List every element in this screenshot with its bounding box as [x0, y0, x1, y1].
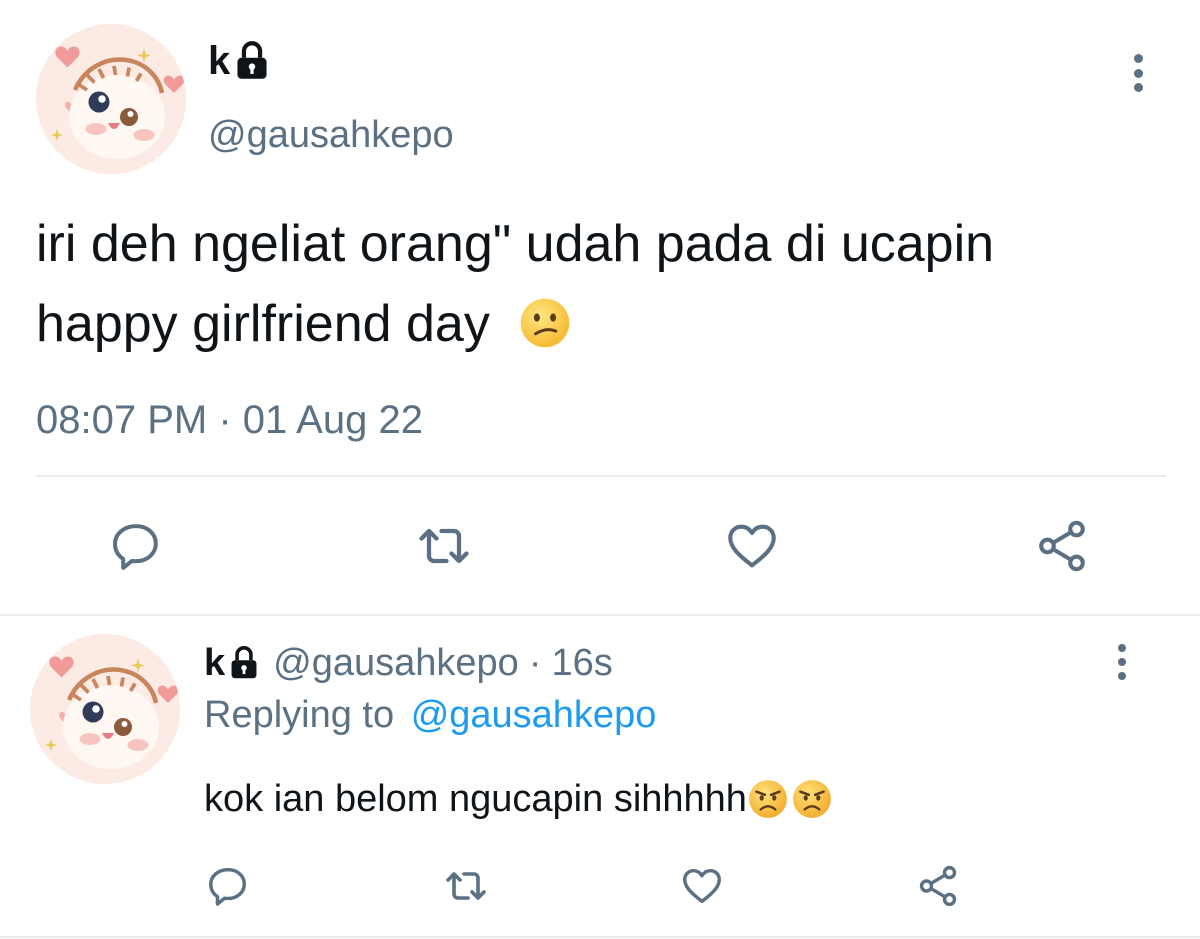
heart-icon	[728, 524, 776, 568]
tweet-text-content: iri deh ngeliat orang" udah pada di ucap…	[36, 215, 995, 353]
replying-to-row: Replying to @gausahkepo	[204, 692, 656, 738]
confused-face-icon	[520, 298, 570, 348]
handle[interactable]: @gausahkepo	[208, 112, 454, 158]
reply-button[interactable]	[100, 510, 172, 582]
reply-icon	[113, 524, 158, 570]
lock-icon	[237, 41, 267, 79]
angry-face-icon	[749, 780, 787, 818]
replying-prefix: Replying to	[204, 694, 395, 736]
share-button[interactable]	[908, 856, 968, 916]
avatar[interactable]	[36, 24, 186, 174]
heart-icon	[683, 868, 721, 904]
divider	[36, 475, 1166, 477]
tweet-text: iri deh ngeliat orang" udah pada di ucap…	[36, 204, 1036, 364]
replying-handle-link[interactable]: @gausahkepo	[411, 694, 657, 736]
handle[interactable]: @gausahkepo	[273, 642, 519, 685]
like-button[interactable]	[672, 856, 732, 916]
time-ago[interactable]: 16s	[551, 642, 612, 685]
retweet-button[interactable]	[408, 510, 480, 582]
more-dots-icon	[1133, 54, 1143, 63]
lock-icon	[231, 645, 257, 679]
avatar[interactable]	[30, 634, 180, 784]
reply-text: kok ian belom ngucapin sihhhhh	[204, 774, 833, 824]
like-button[interactable]	[716, 510, 788, 582]
cat-avatar-icon	[30, 634, 180, 784]
retweet-icon	[446, 872, 486, 900]
reply-header: k @gausahkepo · 16s	[204, 640, 613, 686]
retweet-button[interactable]	[436, 856, 496, 916]
bottom-divider	[0, 936, 1200, 938]
reply-icon	[209, 867, 247, 906]
separator: ·	[528, 641, 542, 684]
timestamp[interactable]: 08:07 PM · 01 Aug 22	[36, 396, 423, 444]
cat-avatar-icon	[36, 24, 186, 174]
reply-button[interactable]	[198, 856, 258, 916]
display-name[interactable]: k	[208, 36, 230, 86]
reply-text-content: kok ian belom ngucapin sihhhhh	[204, 778, 747, 820]
retweet-icon	[419, 528, 469, 564]
share-icon	[1039, 520, 1085, 572]
display-name[interactable]: k	[204, 640, 225, 686]
more-dots-icon	[1118, 644, 1126, 652]
section-divider	[0, 614, 1200, 616]
share-icon	[919, 865, 957, 907]
share-button[interactable]	[1026, 510, 1098, 582]
more-options-button[interactable]	[1131, 54, 1145, 92]
angry-face-icon	[793, 780, 831, 818]
display-name-row: k	[208, 36, 272, 86]
more-options-button[interactable]	[1115, 644, 1129, 680]
